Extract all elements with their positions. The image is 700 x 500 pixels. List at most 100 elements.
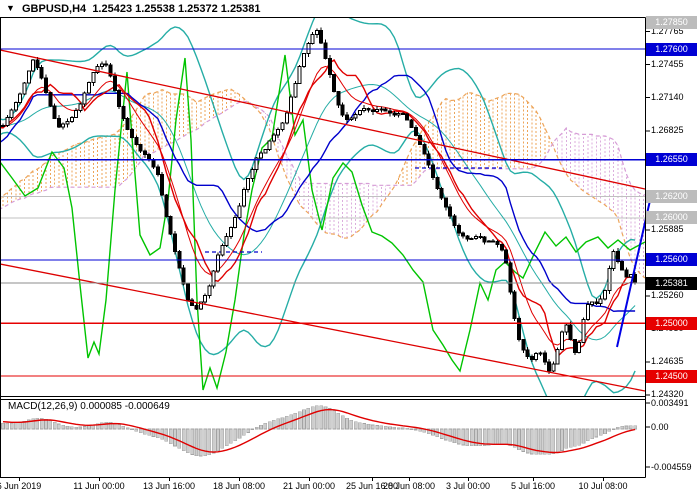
candle-body	[212, 271, 215, 286]
candle-body	[217, 255, 220, 271]
macd-histogram-bar	[10, 423, 13, 429]
candle-body	[522, 340, 525, 350]
candle-body	[268, 141, 271, 150]
candle-body	[36, 60, 39, 68]
macd-histogram-bar	[122, 426, 125, 429]
macd-histogram-bar	[621, 426, 624, 429]
candle-body	[195, 305, 198, 308]
macd-histogram-bar	[242, 429, 245, 435]
macd-histogram-bar	[234, 429, 237, 441]
macd-histogram-bar	[333, 411, 336, 429]
candle-body	[165, 195, 168, 216]
candle-body	[346, 115, 349, 120]
macd-histogram-bar	[569, 429, 572, 447]
macd-histogram-bar	[208, 429, 211, 455]
macd-histogram-bar	[414, 429, 417, 430]
candle-body	[113, 76, 116, 91]
macd-histogram-bar	[6, 423, 9, 429]
macd-histogram-bar	[509, 429, 512, 446]
macd-histogram-bar	[401, 428, 404, 429]
candle-body	[161, 174, 164, 195]
macd-histogram-bar	[294, 413, 297, 429]
candle-body	[367, 109, 370, 110]
candle-body	[380, 109, 383, 110]
candle-body	[92, 73, 95, 83]
macd-histogram-bar	[57, 424, 60, 429]
candle-body	[135, 138, 138, 145]
macd-histogram-bar	[251, 429, 254, 430]
candle-body	[440, 189, 443, 199]
candle-body	[393, 113, 396, 115]
candle-body	[389, 111, 392, 113]
macd-histogram-bar	[419, 429, 422, 431]
macd-histogram-bar	[556, 429, 559, 452]
candle-body	[350, 118, 353, 120]
candle-body	[376, 109, 379, 111]
macd-histogram-bar	[406, 428, 409, 429]
candle-body	[621, 262, 624, 270]
macd-histogram-bar	[221, 429, 224, 448]
candle-body	[281, 123, 284, 130]
candle-body	[260, 153, 263, 158]
macd-histogram-bar	[552, 429, 555, 454]
macd-histogram-bar	[397, 428, 400, 429]
candle-body	[333, 75, 336, 92]
candle-body	[229, 227, 232, 236]
macd-histogram-bar	[350, 420, 353, 429]
macd-histogram-bar	[135, 429, 138, 431]
macd-histogram-bar	[341, 416, 344, 429]
candle-body	[156, 167, 159, 174]
macd-histogram-bar	[354, 422, 357, 429]
candle-body	[354, 115, 357, 118]
kijun-sen-line	[0, 75, 635, 311]
macd-histogram-bar	[75, 427, 78, 429]
macd-histogram-bar	[578, 429, 581, 445]
candle-body	[10, 110, 13, 117]
macd-histogram-bar	[238, 429, 241, 438]
candle-body	[363, 109, 366, 111]
candle-body	[32, 60, 35, 71]
candle-body	[466, 236, 469, 239]
candle-body	[539, 353, 542, 354]
descending-trendline[interactable]	[0, 50, 645, 189]
candle-body	[311, 35, 314, 44]
macd-histogram-bar	[629, 426, 632, 429]
macd-histogram-bar	[410, 429, 413, 430]
candle-body	[186, 284, 189, 300]
macd-histogram-bar	[604, 429, 607, 434]
macd-histogram-bar	[62, 425, 65, 429]
macd-histogram-bar	[70, 427, 73, 429]
candle-body	[315, 30, 318, 34]
chart-window: ▼ GBPUSD,H4 1.25423 1.25538 1.25372 1.25…	[0, 0, 700, 500]
main-chart[interactable]	[0, 0, 700, 500]
candle-body	[208, 286, 211, 295]
macd-histogram-bar	[53, 422, 56, 429]
candle-body	[513, 292, 516, 319]
candle-body	[88, 83, 91, 94]
candle-body	[341, 105, 344, 115]
candle-body	[475, 236, 478, 238]
macd-histogram-bar	[199, 429, 202, 456]
macd-histogram-bar	[561, 429, 564, 450]
candle-body	[483, 237, 486, 242]
macd-histogram-bar	[298, 412, 301, 429]
macd-histogram-bar	[307, 408, 310, 429]
macd-histogram-bar	[612, 429, 615, 430]
macd-histogram-bar	[79, 427, 82, 429]
macd-histogram-bar	[281, 418, 284, 429]
candle-body	[414, 128, 417, 136]
candle-body	[303, 53, 306, 66]
candle-body	[100, 64, 103, 67]
candle-body	[247, 179, 250, 190]
macd-histogram-bar	[500, 429, 503, 444]
candle-body	[148, 154, 151, 159]
candle-body	[139, 144, 142, 151]
candle-body	[264, 150, 267, 153]
macd-histogram-bar	[139, 429, 142, 433]
candle-body	[19, 94, 22, 103]
candle-body	[462, 233, 465, 236]
macd-histogram-bar	[14, 423, 17, 429]
candle-body	[492, 241, 495, 242]
candle-body	[453, 216, 456, 225]
candle-body	[496, 242, 499, 245]
